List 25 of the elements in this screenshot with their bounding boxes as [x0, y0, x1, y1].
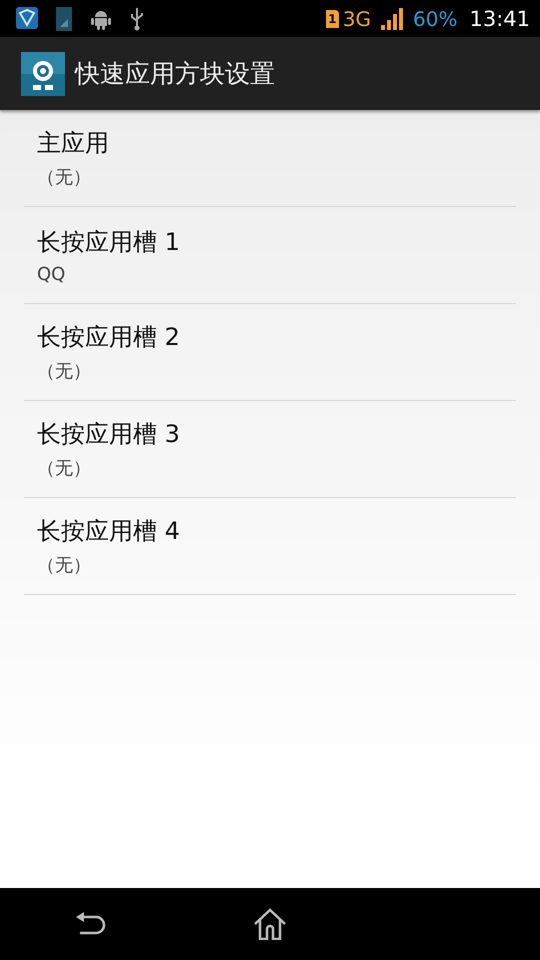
preference-title: 长按应用槽 2	[37, 322, 181, 353]
sim-card-icon: 1	[326, 10, 339, 28]
preference-summary: （无）	[37, 457, 92, 480]
preference-summary: QQ	[37, 264, 66, 284]
preference-title: 长按应用槽 3	[37, 419, 181, 450]
clock: 13:41	[469, 6, 530, 30]
home-button[interactable]	[252, 908, 287, 940]
shield-icon	[16, 6, 38, 30]
preference-summary: （无）	[37, 554, 92, 577]
app-icon[interactable]	[21, 52, 65, 96]
preference-title: 主应用	[37, 128, 110, 159]
preference-item[interactable]: 主应用 （无）	[24, 110, 516, 207]
preference-item[interactable]: 长按应用槽 4 （无）	[24, 498, 516, 595]
preference-title: 长按应用槽 4	[37, 516, 181, 547]
battery-level: 60%	[413, 6, 458, 30]
preference-summary: （无）	[37, 360, 92, 383]
signal-icon	[381, 8, 404, 30]
preference-item[interactable]: 长按应用槽 1 QQ	[24, 207, 516, 304]
preference-item[interactable]: 长按应用槽 3 （无）	[24, 401, 516, 498]
preference-title: 长按应用槽 1	[37, 226, 181, 258]
network-type: 3G	[342, 6, 372, 30]
preference-item[interactable]: 长按应用槽 2 （无）	[24, 304, 516, 401]
usb-icon	[130, 6, 144, 30]
screen-title: 快速应用方块设置	[75, 58, 275, 90]
preference-summary: （无）	[37, 166, 92, 189]
